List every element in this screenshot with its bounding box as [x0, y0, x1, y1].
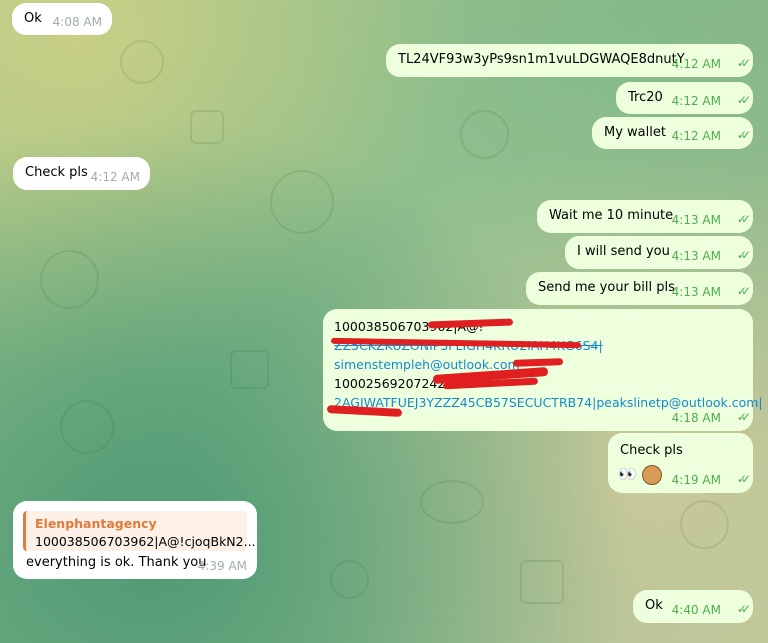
message-line: 100038506703962|A@! — [334, 319, 484, 334]
message-text: Ok — [24, 11, 42, 26]
message-time: 4:18 AM — [671, 411, 721, 425]
message-line: 100025692072421 — [334, 376, 454, 391]
message-time: 4:12 AM — [90, 170, 140, 184]
message-time: 4:12 AM — [671, 129, 721, 143]
message-outgoing[interactable]: Ok 4:40 AM ✓✓ — [633, 590, 753, 623]
message-time: 4:12 AM — [671, 57, 721, 71]
double-check-icon: ✓✓ — [736, 248, 751, 262]
double-check-icon: ✓✓ — [736, 128, 751, 142]
message-text: Send me your bill pls — [538, 280, 675, 295]
double-check-icon: ✓✓ — [736, 472, 751, 486]
double-check-icon: ✓✓ — [736, 284, 751, 298]
message-time: 4:13 AM — [671, 249, 721, 263]
message-text: TL24VF93w3yPs9sn1m1vuLDGWAQE8dnutY — [398, 52, 685, 67]
doodle — [230, 350, 269, 389]
double-check-icon: ✓✓ — [736, 93, 751, 107]
message-text: Check pls — [620, 443, 683, 458]
message-outgoing[interactable]: TL24VF93w3yPs9sn1m1vuLDGWAQE8dnutY 4:12 … — [386, 44, 753, 77]
reply-quote[interactable]: Elenphantagency 100038506703962|A@!cjoqB… — [23, 511, 256, 551]
message-time: 4:12 AM — [671, 94, 721, 108]
double-check-icon: ✓✓ — [736, 212, 751, 226]
doodle — [420, 480, 484, 524]
message-text: Check pls — [25, 165, 88, 180]
message-incoming[interactable]: Ok 4:08 AM — [12, 3, 112, 35]
message-outgoing[interactable]: 100038506703962|A@! ZZ5CKZKUZONIP5FLIGH4… — [323, 309, 763, 431]
message-outgoing[interactable]: Trc20 4:12 AM ✓✓ — [616, 82, 753, 114]
message-outgoing[interactable]: My wallet 4:12 AM ✓✓ — [592, 117, 753, 149]
message-outgoing[interactable]: Send me your bill pls 4:13 AM ✓✓ — [526, 272, 753, 305]
message-time: 4:13 AM — [671, 285, 721, 299]
doodle — [40, 250, 99, 309]
doodle — [190, 110, 224, 144]
double-check-icon: ✓✓ — [736, 56, 751, 70]
doodle — [270, 170, 334, 234]
double-check-icon: ✓✓ — [736, 602, 751, 616]
message-time: 4:40 AM — [671, 603, 721, 617]
user-avatar[interactable] — [642, 465, 662, 485]
message-time: 4:13 AM — [671, 213, 721, 227]
message-text: I will send you — [577, 244, 670, 259]
message-text: Trc20 — [628, 90, 663, 105]
message-outgoing[interactable]: I will send you 4:13 AM ✓✓ — [565, 236, 753, 269]
doodle — [120, 40, 164, 84]
message-text: Ok — [645, 598, 663, 613]
doodle — [680, 500, 729, 549]
message-incoming[interactable]: Check pls 4:12 AM — [13, 157, 150, 190]
message-outgoing[interactable]: Wait me 10 minute 4:13 AM ✓✓ — [537, 200, 753, 233]
double-check-icon: ✓✓ — [736, 410, 751, 424]
reply-text: 100038506703962|A@!cjoqBkN2... — [35, 534, 256, 549]
doodle — [60, 400, 114, 454]
message-time: 4:39 AM — [197, 559, 247, 573]
message-time: 4:08 AM — [52, 15, 102, 29]
message-text: everything is ok. Thank you — [26, 555, 207, 570]
doodle — [460, 110, 509, 159]
doodle — [330, 560, 369, 599]
message-incoming[interactable]: Elenphantagency 100038506703962|A@!cjoqB… — [13, 501, 257, 579]
message-text: My wallet — [604, 125, 666, 140]
doodle — [520, 560, 564, 604]
message-outgoing[interactable]: Check pls 👀 4:19 AM ✓✓ — [608, 433, 753, 493]
message-time: 4:19 AM — [671, 473, 721, 487]
eyes-emoji[interactable]: 👀 — [618, 465, 637, 483]
message-text: Wait me 10 minute — [549, 208, 674, 223]
reply-author: Elenphantagency — [35, 516, 157, 531]
